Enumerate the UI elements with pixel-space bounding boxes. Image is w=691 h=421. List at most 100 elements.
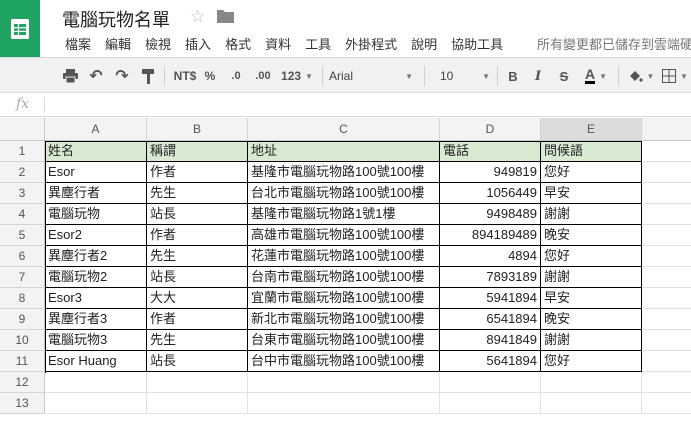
- table-cell[interactable]: [642, 183, 691, 204]
- table-cell[interactable]: 8941849: [440, 330, 541, 351]
- table-cell[interactable]: 晚安: [541, 309, 642, 330]
- table-cell[interactable]: [147, 372, 248, 393]
- table-cell[interactable]: [642, 288, 691, 309]
- table-cell[interactable]: 站長: [147, 351, 248, 372]
- formula-input[interactable]: [50, 95, 684, 115]
- table-cell[interactable]: 早安: [541, 183, 642, 204]
- row-header-4[interactable]: 4: [0, 204, 45, 225]
- table-cell[interactable]: 晚安: [541, 225, 642, 246]
- table-cell[interactable]: 謝謝: [541, 330, 642, 351]
- table-cell[interactable]: [642, 225, 691, 246]
- table-cell[interactable]: 高雄市電腦玩物路100號100樓: [248, 225, 440, 246]
- paint-format-icon[interactable]: [138, 66, 158, 86]
- column-header-f[interactable]: [642, 118, 691, 141]
- table-cell[interactable]: [642, 330, 691, 351]
- menu-edit[interactable]: 編輯: [98, 34, 138, 52]
- table-cell[interactable]: [541, 393, 642, 414]
- table-cell[interactable]: 先生: [147, 330, 248, 351]
- star-icon[interactable]: ☆: [190, 7, 205, 27]
- table-cell[interactable]: 異塵行者3: [45, 309, 147, 330]
- table-cell[interactable]: [45, 393, 147, 414]
- column-header-a[interactable]: A: [45, 118, 147, 141]
- row-header-7[interactable]: 7: [0, 267, 45, 288]
- row-header-2[interactable]: 2: [0, 162, 45, 183]
- table-cell[interactable]: 電腦玩物2: [45, 267, 147, 288]
- row-header-12[interactable]: 12: [0, 372, 45, 393]
- save-status[interactable]: 所有變更都已儲存到雲端硬: [537, 34, 691, 53]
- table-cell[interactable]: 謝謝: [541, 204, 642, 225]
- menu-data[interactable]: 資料: [258, 34, 298, 52]
- table-cell[interactable]: [147, 393, 248, 414]
- table-cell[interactable]: 894189489: [440, 225, 541, 246]
- table-cell[interactable]: Esor Huang: [45, 351, 147, 372]
- table-cell[interactable]: [541, 372, 642, 393]
- select-all-corner[interactable]: [0, 118, 45, 141]
- row-header-10[interactable]: 10: [0, 330, 45, 351]
- menu-help[interactable]: 說明: [404, 34, 444, 52]
- table-cell[interactable]: 1056449: [440, 183, 541, 204]
- table-cell[interactable]: [642, 162, 691, 183]
- table-cell[interactable]: 5641894: [440, 351, 541, 372]
- table-cell[interactable]: [440, 372, 541, 393]
- header-cell[interactable]: 稱謂: [147, 141, 248, 162]
- spreadsheet-grid[interactable]: A B C D E 1 2 3 4 5 6 7 8 9 10 11 12 13 姓名 稱謂 地址 電話 問候語 Esor 作者基…: [0, 118, 691, 421]
- table-cell[interactable]: 作者: [147, 309, 248, 330]
- table-cell[interactable]: 電腦玩物3: [45, 330, 147, 351]
- column-header-e[interactable]: E: [541, 118, 642, 141]
- row-header-13[interactable]: 13: [0, 393, 45, 414]
- table-cell[interactable]: [642, 267, 691, 288]
- table-cell[interactable]: Esor3: [45, 288, 147, 309]
- table-cell[interactable]: 7893189: [440, 267, 541, 288]
- table-cell[interactable]: 台北市電腦玩物路100號100樓: [248, 183, 440, 204]
- increase-decimal-button[interactable]: .00: [251, 66, 275, 86]
- table-cell[interactable]: 站長: [147, 204, 248, 225]
- sheets-logo-icon[interactable]: [0, 0, 40, 57]
- more-formats-dropdown[interactable]: 123 ▼: [277, 66, 317, 86]
- font-family-select[interactable]: Arial ▼: [329, 66, 413, 86]
- table-cell[interactable]: [642, 141, 691, 162]
- table-cell[interactable]: [45, 372, 147, 393]
- row-header-11[interactable]: 11: [0, 351, 45, 372]
- percent-format-button[interactable]: %: [203, 66, 217, 86]
- table-cell[interactable]: [642, 372, 691, 393]
- table-cell[interactable]: 異塵行者: [45, 183, 147, 204]
- table-cell[interactable]: 9498489: [440, 204, 541, 225]
- table-cell[interactable]: 電腦玩物: [45, 204, 147, 225]
- borders-button[interactable]: ▼: [661, 66, 689, 86]
- header-cell[interactable]: 電話: [440, 141, 541, 162]
- table-cell[interactable]: 台東市電腦玩物路100號100樓: [248, 330, 440, 351]
- table-cell[interactable]: 您好: [541, 351, 642, 372]
- table-cell[interactable]: [642, 351, 691, 372]
- table-cell[interactable]: 台南市電腦玩物路100號100樓: [248, 267, 440, 288]
- row-header-8[interactable]: 8: [0, 288, 45, 309]
- table-cell[interactable]: 您好: [541, 162, 642, 183]
- table-cell[interactable]: [248, 393, 440, 414]
- table-cell[interactable]: 作者: [147, 162, 248, 183]
- table-cell[interactable]: Esor: [45, 162, 147, 183]
- folder-icon[interactable]: [217, 9, 234, 26]
- table-cell[interactable]: [642, 309, 691, 330]
- row-header-1[interactable]: 1: [0, 141, 45, 162]
- table-cell[interactable]: 您好: [541, 246, 642, 267]
- menu-format[interactable]: 格式: [218, 34, 258, 52]
- header-cell[interactable]: 姓名: [45, 141, 147, 162]
- table-cell[interactable]: 早安: [541, 288, 642, 309]
- row-header-3[interactable]: 3: [0, 183, 45, 204]
- column-header-c[interactable]: C: [248, 118, 440, 141]
- table-cell[interactable]: 作者: [147, 225, 248, 246]
- menu-accessibility[interactable]: 協助工具: [444, 34, 510, 52]
- table-cell[interactable]: 新北市電腦玩物路100號100樓: [248, 309, 440, 330]
- document-title[interactable]: 電腦玩物名單: [62, 6, 170, 32]
- menu-insert[interactable]: 插入: [178, 34, 218, 52]
- row-header-9[interactable]: 9: [0, 309, 45, 330]
- column-header-b[interactable]: B: [147, 118, 248, 141]
- table-cell[interactable]: 站長: [147, 267, 248, 288]
- redo-icon[interactable]: ↷: [112, 66, 132, 86]
- italic-button[interactable]: I: [530, 66, 546, 86]
- print-icon[interactable]: [60, 66, 80, 86]
- table-cell[interactable]: Esor2: [45, 225, 147, 246]
- table-cell[interactable]: 949819: [440, 162, 541, 183]
- menu-tools[interactable]: 工具: [298, 34, 338, 52]
- table-cell[interactable]: 異塵行者2: [45, 246, 147, 267]
- table-cell[interactable]: 6541894: [440, 309, 541, 330]
